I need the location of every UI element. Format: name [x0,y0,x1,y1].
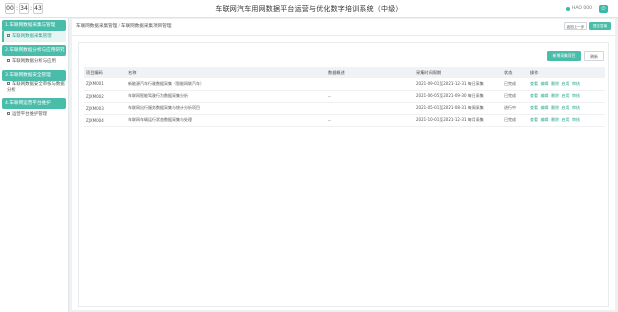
cell-period: 2021-05-01至2021-08-31 每周采集 [414,102,502,115]
main-content: 车联网数据采集管理/车联网数据采集项目管理 返回上一步 提交答案 新增采集项目 … [72,19,615,310]
review-link[interactable]: 审核 [572,93,580,98]
sidebar-section-maintenance[interactable]: 4.车联网运营平台维护 [2,98,66,109]
shield-icon [7,82,10,85]
column-header-desc: 数据概述 [326,67,414,78]
cell-actions: 查看 编辑 删除 启用 审核 [528,114,605,127]
sidebar-item-security[interactable]: 车联网数据安全审核与数据分析 [2,81,66,95]
chart-icon [7,59,10,62]
cell-code: ZJXM002 [84,90,126,103]
cell-actions: 查看 编辑 删除 启用 审核 [528,78,605,91]
cell-code: ZJXM003 [84,102,126,115]
cell-period: 2021-09-01至2021-12-31 每日采集 [414,78,502,91]
sidebar-section-security[interactable]: 3.车联网数据安全管理 [2,70,66,81]
sidebar-item-label: 车联网数据分析与应用 [12,59,56,64]
breadcrumb-separator: / [118,24,120,29]
delete-link[interactable]: 删除 [551,81,559,86]
user-icon [566,6,571,11]
table-row: ZJXM003 车联网出行服务数据采集与统计分析项目 2021-05-01至20… [84,102,605,115]
sidebar-section-collection[interactable]: 1.车联网数据采集与管理 [2,20,66,31]
enable-link[interactable]: 启用 [562,117,570,122]
cell-name: 新能源汽车行驶数据采集（智能网联汽车） [126,78,326,91]
cell-code: ZJXM001 [84,78,126,91]
review-link[interactable]: 审核 [572,81,580,86]
sidebar-item-label: 车联网数据采集管理 [12,34,52,39]
table-header-row: 项目编码 名称 数据概述 采集时间周期 状态 操作 [84,67,605,78]
enable-link[interactable]: 启用 [562,81,570,86]
review-link[interactable]: 审核 [572,117,580,122]
folder-icon [7,34,10,37]
column-header-name: 名称 [126,67,326,78]
edit-link[interactable]: 编辑 [541,105,549,110]
review-link[interactable]: 审核 [572,105,580,110]
column-header-actions: 操作 [528,67,605,78]
delete-link[interactable]: 删除 [551,93,559,98]
sidebar-item-label: 车联网数据安全审核与数据分析 [7,82,65,93]
cell-period: 2021-06-05至2021-09-30 每日采集 [414,90,502,103]
top-bar: 00 : 34 : 43 车联网汽车用网数据平台运营与优化数字培训系统（中级） … [0,0,618,18]
project-panel: 新增采集项目 刷新 项目编码 名称 数据概述 采集时间周期 状态 操作 ZJXM… [78,42,609,307]
wrench-icon [7,112,10,115]
back-button[interactable]: 返回上一步 [564,22,587,30]
edit-link[interactable]: 编辑 [541,117,549,122]
enable-link[interactable]: 启用 [562,93,570,98]
sidebar-item-analysis[interactable]: 车联网数据分析与应用 [2,56,66,67]
cell-actions: 查看 编辑 删除 启用 审核 [528,102,605,115]
delete-link[interactable]: 删除 [551,105,559,110]
sidebar-item-label: 运营平台维护管理 [12,112,48,117]
logout-icon[interactable]: ⏻ [599,5,608,13]
column-header-period: 采集时间周期 [414,67,502,78]
cell-code: ZJXM004 [84,114,126,127]
breadcrumb: 车联网数据采集管理/车联网数据采集项目管理 [76,23,171,29]
add-project-button[interactable]: 新增采集项目 [547,51,581,61]
view-link[interactable]: 查看 [530,93,538,98]
user-info[interactable]: HAO 000 [566,6,592,11]
view-link[interactable]: 查看 [530,81,538,86]
table-row: ZJXM001 新能源汽车行驶数据采集（智能网联汽车） 2021-09-01至2… [84,78,605,91]
cell-name: 车联网智能驾驶行为数据采集分析 [126,90,326,103]
cell-period: 2021-10-01至2021-12-31 每月采集 [414,114,502,127]
app-title: 车联网汽车用网数据平台运营与优化数字培训系统（中级） [215,5,403,13]
cell-status: 已完成 [502,90,528,103]
cell-status: 进行中 [502,102,528,115]
enable-link[interactable]: 启用 [562,105,570,110]
refresh-button[interactable]: 刷新 [584,51,604,61]
cell-desc [326,102,414,115]
sidebar-item-collection-management[interactable]: 车联网数据采集管理 [2,31,66,42]
sidebar-item-maintenance[interactable]: 运营平台维护管理 [2,109,66,120]
cell-name: 车联网车辆运行状态数据采集与处理 [126,114,326,127]
cell-status: 已完成 [502,78,528,91]
sidebar-section-analysis[interactable]: 2.车联网数据分析与应用研究 [2,45,66,56]
breadcrumb-parent[interactable]: 车联网数据采集管理 [76,24,117,29]
edit-link[interactable]: 编辑 [541,93,549,98]
view-link[interactable]: 查看 [530,117,538,122]
column-header-code: 项目编码 [84,67,126,78]
view-link[interactable]: 查看 [530,105,538,110]
cell-name: 车联网出行服务数据采集与统计分析项目 [126,102,326,115]
breadcrumb-current: 车联网数据采集项目管理 [120,24,172,29]
cell-desc: -- [326,114,414,127]
table-row: ZJXM002 车联网智能驾驶行为数据采集分析 -- 2021-06-05至20… [84,90,605,103]
project-table: 项目编码 名称 数据概述 采集时间周期 状态 操作 ZJXM001 新能源汽车行… [84,67,605,127]
cell-status: 已完成 [502,114,528,127]
user-name: HAO 000 [572,6,592,11]
column-header-status: 状态 [502,67,528,78]
header-divider [72,35,615,36]
cell-actions: 查看 编辑 删除 启用 审核 [528,90,605,103]
edit-link[interactable]: 编辑 [541,81,549,86]
sidebar: 1.车联网数据采集与管理 车联网数据采集管理 2.车联网数据分析与应用研究 车联… [0,18,69,312]
cell-desc [326,78,414,91]
cell-desc: -- [326,90,414,103]
delete-link[interactable]: 删除 [551,117,559,122]
submit-answer-button[interactable]: 提交答案 [589,22,611,30]
table-row: ZJXM004 车联网车辆运行状态数据采集与处理 -- 2021-10-01至2… [84,114,605,127]
